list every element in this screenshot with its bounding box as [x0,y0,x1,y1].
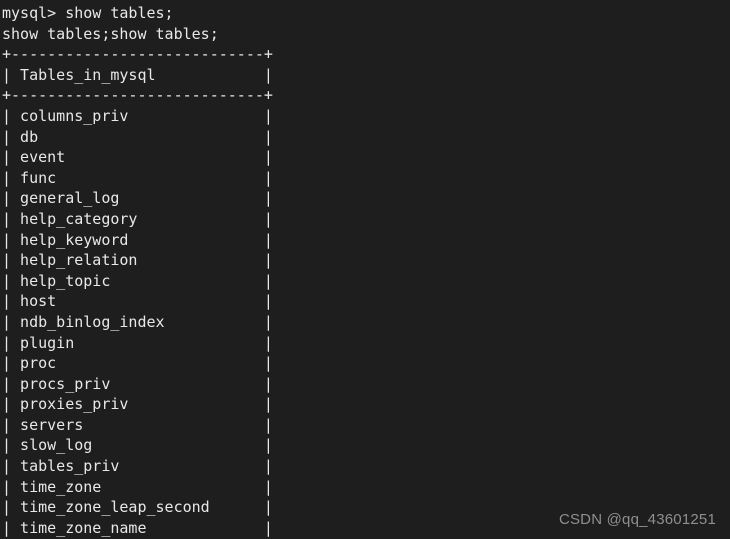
table-row: | help_category | [2,209,273,228]
table-row: | db | [2,127,273,146]
csdn-watermark: CSDN @qq_43601251 [558,511,716,529]
table-row: | proxies_priv | [2,395,273,414]
table-header-row: | Tables_in_mysql | [2,65,273,84]
table-row: | help_keyword | [2,230,273,249]
table-row: | host | [2,292,273,311]
table-rule-header: +----------------------------+ [2,86,273,105]
table-row: | time_zone | [2,477,273,496]
table-row: | func | [2,168,273,187]
terminal-window[interactable]: mysql> show tables; show tables;show tabl… [0,0,730,539]
prompt-line: mysql> show tables; [2,4,174,22]
table-row: | general_log | [2,189,273,208]
table-row: | procs_priv | [2,374,273,393]
table-row: | tables_priv | [2,457,273,476]
terminal-screen: mysql> show tables; show tables;show tabl… [0,3,730,539]
table-row: | help_topic | [2,271,273,290]
table-row: | proc | [2,354,273,373]
table-row: | servers | [2,415,273,434]
table-rule-top: +----------------------------+ [2,45,273,64]
table-row: | help_relation | [2,251,273,270]
table-row: | event | [2,148,273,167]
echo-line: show tables;show tables; [2,24,219,43]
table-row: | plugin | [2,333,273,352]
table-row: | columns_priv | [2,106,273,125]
table-row: | slow_log | [2,436,273,455]
table-row: | ndb_binlog_index | [2,312,273,331]
